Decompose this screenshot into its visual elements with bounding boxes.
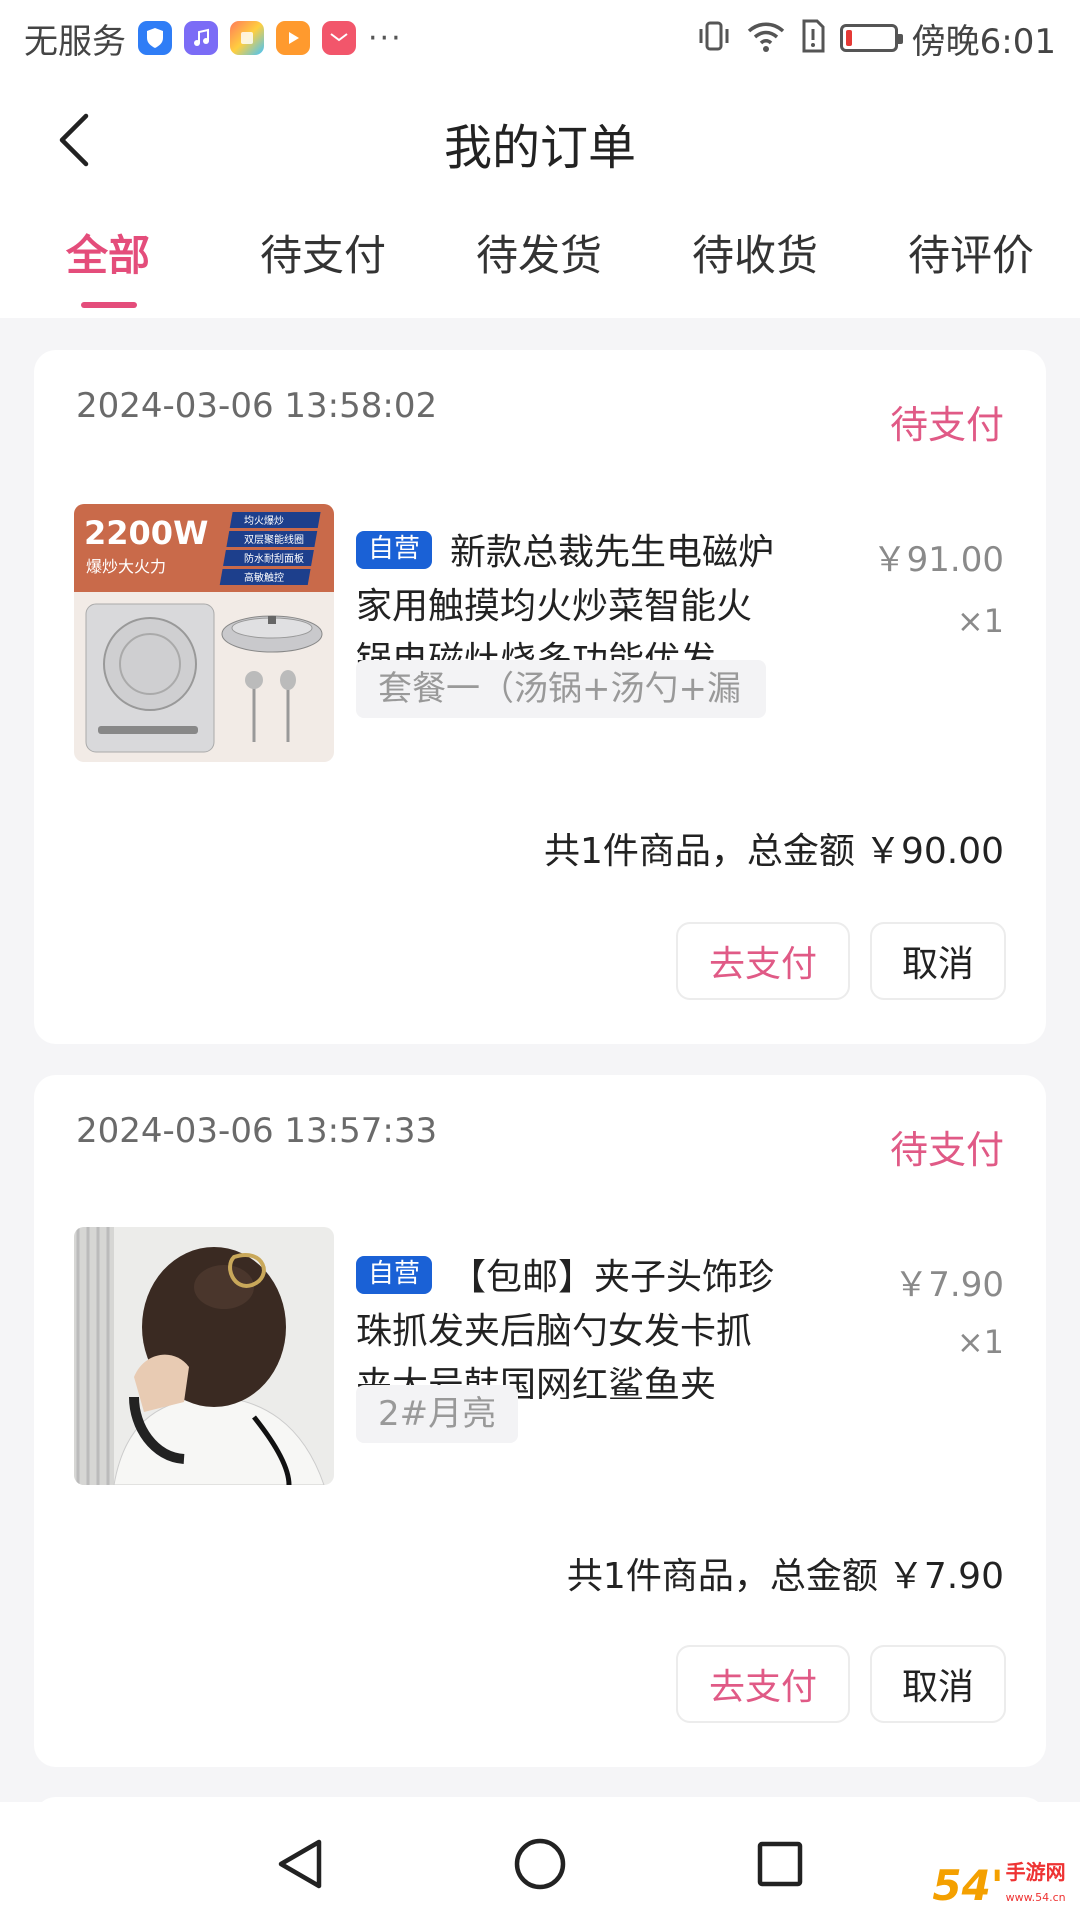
pay-button[interactable]: 去支付: [676, 1645, 850, 1723]
status-bar-left: 无服务 ···: [24, 16, 403, 62]
self-operated-badge: 自营: [356, 1256, 433, 1294]
product-quantity: ×1: [956, 1323, 1004, 1361]
tab-pending-payment[interactable]: 待支付: [260, 226, 386, 286]
product-image[interactable]: 2200W 爆炒大火力 均火爆炒 双层聚能线圈 防水耐刮面板 高敏触控: [74, 504, 334, 762]
page-title: 我的订单: [443, 120, 636, 176]
battery-icon: [839, 24, 903, 52]
carrier-label: 无服务: [24, 21, 126, 62]
order-card[interactable]: 2024-03-06 13:57:33 待支付 自营 【包邮】夹子头饰珍珠抓发夹后…: [34, 1075, 1046, 1767]
product-spec: 套餐一（汤锅+汤勺+漏: [356, 660, 766, 718]
status-bar: 无服务 ··· 傍晚6:01: [0, 0, 1080, 78]
product-title[interactable]: 自营 【包邮】夹子头饰珍珠抓发夹后脑勺女发卡抓夹大号韩国网红鲨鱼夹: [356, 1251, 782, 1399]
back-triangle-icon: [278, 1839, 322, 1889]
site-watermark-logo: 54' 手游网 www.54.cn: [918, 1850, 1080, 1920]
video-app-icon: [276, 21, 310, 55]
product-title[interactable]: 自营 新款总裁先生电磁炉家用触摸均火炒菜智能火锅电磁灶烧多功能优发: [356, 526, 782, 674]
store-app-icon: [230, 21, 264, 55]
cancel-button[interactable]: 取消: [870, 1645, 1006, 1723]
watermark-brand: 54': [932, 1860, 1004, 1910]
home-circle-icon: [514, 1838, 566, 1890]
sim-alert-icon: [800, 18, 826, 58]
product-power-text: 2200W: [84, 514, 208, 552]
order-time: 2024-03-06 13:57:33: [76, 1111, 438, 1151]
order-status: 待支付: [889, 1128, 1004, 1172]
product-price: ￥7.90: [894, 1265, 1004, 1305]
cancel-button[interactable]: 取消: [870, 922, 1006, 1000]
order-time: 2024-03-06 13:58:02: [76, 386, 438, 426]
feature-text: 防水耐刮面板: [244, 552, 304, 565]
tab-pending-shipment[interactable]: 待发货: [476, 226, 602, 286]
feature-text: 高敏触控: [244, 571, 284, 584]
order-summary: 共1件商品，总金额 ￥7.90: [567, 1547, 1004, 1599]
order-tabs: 全部 待支付 待发货 待收货 待评价: [0, 200, 1080, 318]
app-header: 我的订单: [0, 78, 1080, 200]
summary-label: 共1件商品，总金额: [544, 831, 855, 872]
order-card[interactable]: 2024-03-06 13:58:02 待支付 2200W 爆炒大火力 均火爆炒…: [34, 350, 1046, 1044]
product-price: ￥91.00: [872, 540, 1004, 580]
feature-text: 均火爆炒: [244, 515, 284, 527]
tab-pending-review[interactable]: 待评价: [908, 226, 1034, 286]
self-operated-badge: 自营: [356, 531, 433, 569]
tab-all[interactable]: 全部: [66, 226, 150, 286]
music-app-icon: [184, 21, 218, 55]
summary-amount: ￥90.00: [864, 831, 1004, 872]
pay-button[interactable]: 去支付: [676, 922, 850, 1000]
summary-amount: ￥7.90: [887, 1556, 1004, 1597]
active-tab-indicator: [81, 302, 137, 308]
product-slogan-text: 爆炒大火力: [86, 557, 166, 576]
status-bar-right: 傍晚6:01: [696, 14, 1056, 62]
watermark-domain: www.54.cn: [1005, 1891, 1066, 1904]
nav-back-button[interactable]: [260, 1824, 340, 1904]
vibrate-icon: [696, 18, 732, 58]
clock: 傍晚6:01: [911, 21, 1056, 62]
product-quantity: ×1: [956, 602, 1004, 640]
summary-label: 共1件商品，总金额: [566, 1556, 878, 1597]
watermark-text: 手游网 www.54.cn: [1006, 1861, 1066, 1909]
huawei-app-icon: [322, 21, 356, 55]
nav-home-button[interactable]: [500, 1824, 580, 1904]
shield-app-icon: [138, 21, 172, 55]
feature-text: 双层聚能线圈: [244, 533, 304, 546]
watermark-name: 手游网: [1005, 1860, 1066, 1884]
recents-square-icon: [757, 1841, 803, 1887]
product-image[interactable]: [74, 1227, 334, 1485]
tab-pending-receipt[interactable]: 待收货: [692, 226, 818, 286]
more-notifications-icon: ···: [368, 20, 403, 56]
order-summary: 共1件商品，总金额 ￥90.00: [544, 822, 1004, 874]
product-spec: 2#月亮: [356, 1385, 519, 1443]
wifi-icon: [746, 19, 786, 57]
nav-recents-button[interactable]: [740, 1824, 820, 1904]
order-status: 待支付: [889, 403, 1004, 447]
